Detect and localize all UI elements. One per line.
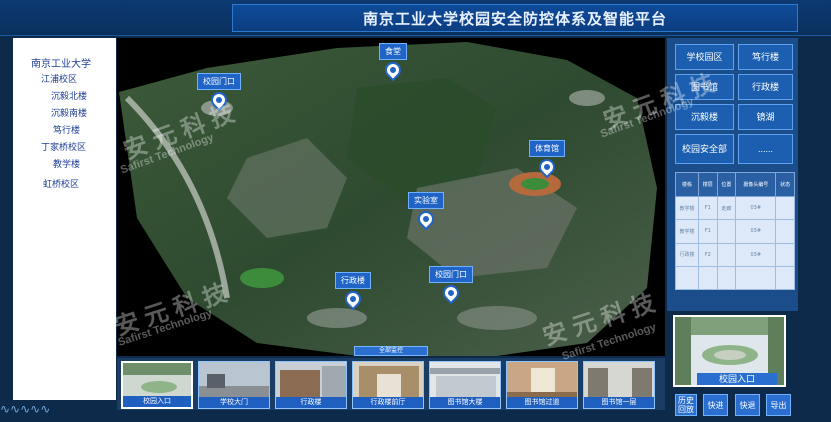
camera-table: 楼栋 楼层 位置 摄像头编号 状态 教学楼 F1 走廊 03# 教学楼 F1 0… [675,172,795,291]
tree-item-dingjiaqiao[interactable]: 丁家桥校区 [41,140,86,153]
thumbnail-caption: 行政楼前厅 [353,397,423,408]
table-cell: 教学楼 [675,219,699,244]
table-row[interactable] [675,265,795,291]
camera-pin-icon [414,207,438,231]
table-cell: 03# [735,242,777,267]
nav-button-duxing[interactable]: 笃行楼 [738,44,793,70]
header-bar: 南京工业大学校园安全防控体系及智能平台 [0,0,831,36]
thumbnail-caption: 图书馆过道 [507,397,577,408]
nav-button-library[interactable]: 图书馆 [675,74,734,100]
table-cell: 03# [735,195,777,221]
table-cell [716,242,737,267]
table-header-cell: 位置 [716,172,737,197]
thumbnail-library-building[interactable]: 图书馆大楼 [429,361,501,409]
table-cell: F2 [697,242,718,267]
history-playback-button[interactable]: 历史回放 [675,394,697,416]
table-cell [775,242,795,267]
table-cell: 03# [735,219,777,244]
nav-button-campus[interactable]: 学校园区 [675,44,734,70]
table-header-cell: 状态 [775,172,795,197]
map-marker-admin[interactable]: 行政楼 [335,272,371,311]
table-header-cell: 楼栋 [675,172,699,197]
table-cell: F1 [697,219,718,244]
map-marker-label: 食堂 [379,43,407,60]
camera-pin-icon [535,155,559,179]
table-row[interactable]: 教学楼 F1 03# [675,219,795,244]
map-marker-label: 校园门口 [429,266,473,283]
decorative-wave-icon: ∿∿∿∿∿ [0,402,51,416]
table-cell [735,265,777,291]
table-cell [775,195,795,221]
table-cell [697,265,718,291]
title-banner: 南京工业大学校园安全防控体系及智能平台 [232,4,798,32]
table-cell [716,265,737,291]
table-cell: 走廊 [716,195,737,221]
all-cameras-button[interactable]: 全部监控 [354,346,428,356]
nav-button-admin[interactable]: 行政楼 [738,74,793,100]
thumbnail-admin[interactable]: 行政楼 [275,361,347,409]
tree-item-duxing[interactable]: 笃行楼 [53,123,80,136]
table-row[interactable]: 行政楼 F2 03# [675,242,795,267]
export-button[interactable]: 导出 [766,394,791,416]
tree-root-university[interactable]: 南京工业大学 [31,55,91,70]
map-marker-label: 体育馆 [529,140,565,157]
camera-pin-icon [207,88,231,112]
map-marker-canteen[interactable]: 食堂 [379,43,407,82]
map-marker-gate-2[interactable]: 校园门口 [429,266,473,305]
table-row[interactable]: 教学楼 F1 走廊 03# [675,195,795,221]
map-marker-gate-1[interactable]: 校园门口 [197,73,241,112]
table-cell: 行政楼 [675,242,699,267]
table-header-row: 楼栋 楼层 位置 摄像头编号 状态 [675,172,795,197]
thumbnail-library-corridor[interactable]: 图书馆过道 [506,361,578,409]
thumbnail-caption: 图书馆一层 [584,397,654,408]
nav-button-more[interactable]: ...... [738,134,793,164]
thumbnail-main-gate[interactable]: 学校大门 [198,361,270,409]
nav-button-security-dept[interactable]: 校园安全部 [675,134,734,164]
tree-item-jiangpu[interactable]: 江浦校区 [41,72,77,85]
nav-button-jinghu[interactable]: 镜湖 [738,104,793,130]
map-marker-label: 实验室 [408,192,444,209]
map-marker-gym[interactable]: 体育馆 [529,140,565,179]
map-marker-label: 校园门口 [197,73,241,90]
camera-thumbnail-strip: 校园入口 学校大门 行政楼 行政楼前厅 图书馆大楼 图书馆过道 图书馆一层 [117,358,665,410]
preview-label: 校园入口 [697,373,777,385]
tree-item-chenyi-north[interactable]: 沉毅北楼 [51,89,87,102]
campus-tree-sidebar: 南京工业大学 江浦校区 沉毅北楼 沉毅南楼 笃行楼 丁家桥校区 教学楼 虹桥校区 [13,38,116,400]
page-title: 南京工业大学校园安全防控体系及智能平台 [362,10,667,28]
table-header-cell: 摄像头编号 [735,172,777,197]
table-cell: 教学楼 [675,195,699,221]
table-cell: F1 [697,195,718,221]
table-cell [775,219,795,244]
map-marker-label: 行政楼 [335,272,371,289]
camera-pin-icon [381,58,405,82]
camera-pin-icon [341,287,365,311]
camera-pin-icon [439,281,463,305]
tree-item-hongqiao[interactable]: 虹桥校区 [43,177,79,190]
fast-forward-button[interactable]: 快进 [703,394,728,416]
tree-item-chenyi-south[interactable]: 沉毅南楼 [51,106,87,119]
thumbnail-caption: 图书馆大楼 [430,397,500,408]
nav-button-chenyi[interactable]: 沉毅楼 [675,104,734,130]
thumbnail-gate[interactable]: 校园入口 [121,361,193,409]
thumbnail-caption: 行政楼 [276,397,346,408]
thumbnail-caption: 学校大门 [199,397,269,408]
table-cell [675,265,699,291]
rewind-button[interactable]: 快退 [735,394,760,416]
table-header-cell: 楼层 [697,172,718,197]
thumbnail-library-floor1[interactable]: 图书馆一层 [583,361,655,409]
table-cell [775,265,795,291]
thumbnail-caption: 校园入口 [123,396,191,407]
map-marker-lab[interactable]: 实验室 [408,192,444,231]
table-cell [716,219,737,244]
campus-3d-map[interactable]: 校园门口 食堂 体育馆 实验室 行政楼 校园门口 全部监控 [117,38,665,356]
thumbnail-admin-lobby[interactable]: 行政楼前厅 [352,361,424,409]
tree-item-teaching[interactable]: 教学楼 [53,157,80,170]
